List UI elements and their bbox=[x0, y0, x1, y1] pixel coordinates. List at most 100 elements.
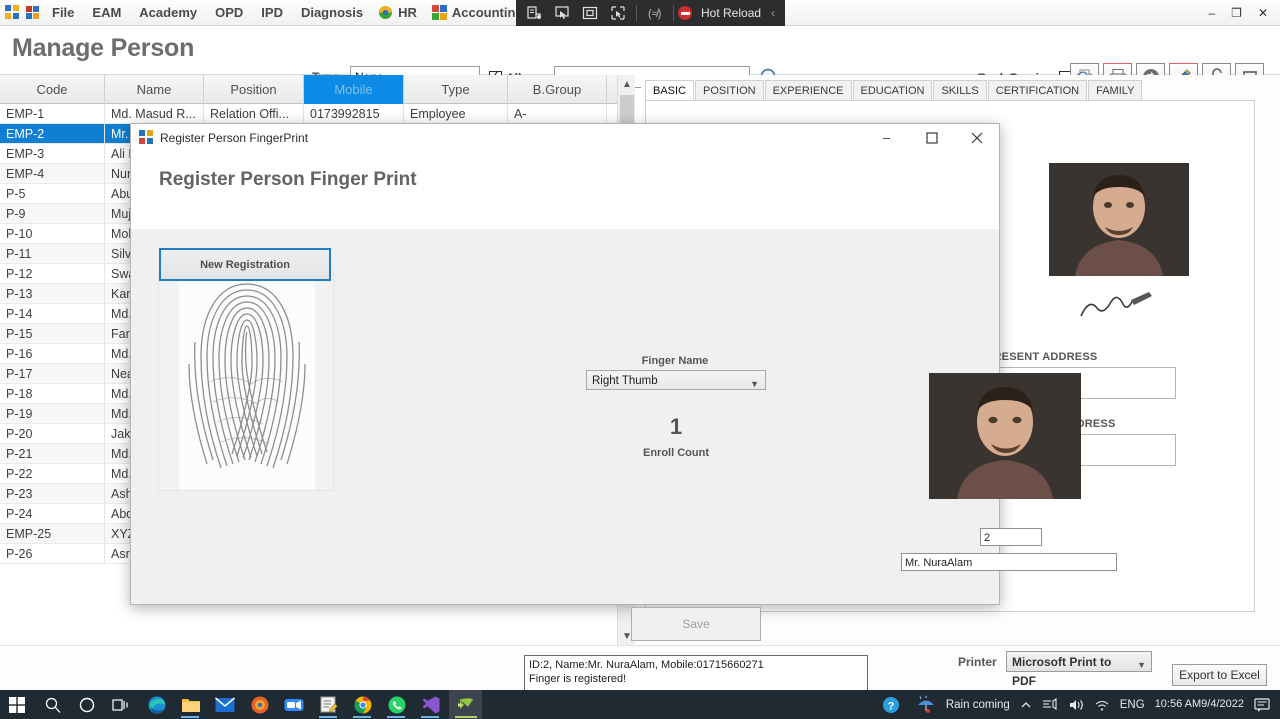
table-cell: P-11 bbox=[0, 244, 105, 263]
visual-studio-logo-icon bbox=[5, 5, 21, 21]
table-cell: P-24 bbox=[0, 504, 105, 523]
help-icon[interactable]: ? bbox=[880, 694, 901, 715]
tab-basic[interactable]: BASIC bbox=[645, 80, 694, 101]
search-icon[interactable] bbox=[42, 694, 63, 715]
table-cell: 0173992815 bbox=[304, 104, 404, 123]
detail-tabstrip[interactable]: BASICPOSITIONEXPERIENCEEDUCATIONSKILLSCE… bbox=[645, 80, 1143, 101]
table-cell: P-19 bbox=[0, 404, 105, 423]
save-button[interactable]: Save bbox=[631, 607, 761, 641]
table-cell: Relation Offi... bbox=[204, 104, 304, 123]
tab-experience[interactable]: EXPERIENCE bbox=[765, 80, 852, 101]
fingerprint-image bbox=[179, 272, 315, 491]
firefox-icon[interactable] bbox=[249, 694, 270, 715]
language-indicator[interactable]: ENG bbox=[1115, 699, 1150, 711]
grid-column-header-code[interactable]: Code bbox=[0, 75, 105, 104]
windows-taskbar: ? Rain coming ENG 10:56 AM 9/4/2022 bbox=[0, 690, 1280, 719]
printer-combobox[interactable]: Microsoft Print to PDF ▼ bbox=[1006, 651, 1152, 672]
menu-item-file[interactable]: File bbox=[43, 0, 83, 26]
volume-icon[interactable] bbox=[1063, 698, 1089, 712]
chrome-icon[interactable] bbox=[352, 694, 373, 715]
table-cell: P-10 bbox=[0, 224, 105, 243]
chevron-left-icon[interactable]: ‹ bbox=[765, 6, 781, 20]
hot-reload-label[interactable]: Hot Reload bbox=[697, 6, 765, 20]
file-explorer-icon[interactable] bbox=[180, 694, 201, 715]
hr-globe-icon bbox=[378, 5, 393, 20]
menu-item-hr[interactable]: HR bbox=[396, 0, 426, 26]
wifi-icon[interactable] bbox=[1089, 698, 1115, 712]
visual-studio-menu-bar: File EAM Academy OPD IPD Diagnosis HR Ac… bbox=[0, 0, 1280, 26]
cortana-icon[interactable] bbox=[76, 694, 97, 715]
table-cell: P-20 bbox=[0, 424, 105, 443]
table-cell: P-12 bbox=[0, 264, 105, 283]
close-button[interactable]: ✕ bbox=[1250, 0, 1276, 26]
page-title: Manage Person bbox=[12, 34, 194, 63]
export-to-excel-button[interactable]: Export to Excel bbox=[1172, 664, 1267, 686]
whatsapp-icon[interactable] bbox=[386, 694, 407, 715]
tab-skills[interactable]: SKILLS bbox=[933, 80, 986, 101]
visual-studio-icon[interactable] bbox=[456, 694, 477, 715]
menu-item-ipd[interactable]: IPD bbox=[252, 0, 292, 26]
table-row[interactable]: EMP-1Md. Masud R...Relation Offi...01739… bbox=[0, 104, 635, 124]
taskbar-open-indicator bbox=[181, 716, 199, 718]
action-center-icon[interactable] bbox=[1249, 697, 1280, 713]
grid-column-header-position[interactable]: Position bbox=[204, 75, 304, 104]
grid-column-header-type[interactable]: Type bbox=[404, 75, 508, 104]
present-address-label: PRESENT ADDRESS bbox=[986, 351, 1097, 363]
new-registration-button[interactable]: New Registration bbox=[159, 248, 331, 281]
menu-item-academy[interactable]: Academy bbox=[130, 0, 206, 26]
pointer-select-icon[interactable] bbox=[549, 2, 575, 24]
taskbar-open-indicator-3 bbox=[353, 716, 371, 718]
menu-item-eam[interactable]: EAM bbox=[83, 0, 130, 26]
live-visual-tree-icon[interactable]: (≉) bbox=[642, 2, 668, 24]
enroll-count-label: Enroll Count bbox=[586, 447, 766, 459]
finger-name-combobox[interactable]: Right Thumb ▼ bbox=[586, 370, 766, 390]
notepad-icon[interactable] bbox=[318, 694, 339, 715]
grid-column-header-mobile[interactable]: Mobile bbox=[304, 75, 404, 104]
edge-icon[interactable] bbox=[146, 694, 167, 715]
person-name-input[interactable]: Mr. NuraAlam bbox=[901, 553, 1117, 571]
chevron-down-icon: ▼ bbox=[1137, 656, 1146, 675]
printer-label: Printer bbox=[958, 655, 997, 669]
table-cell: EMP-3 bbox=[0, 144, 105, 163]
tab-family[interactable]: FAMILY bbox=[1088, 80, 1142, 101]
tab-education[interactable]: EDUCATION bbox=[853, 80, 933, 101]
grid-column-header-name[interactable]: Name bbox=[105, 75, 204, 104]
hot-reload-stop-icon[interactable] bbox=[678, 6, 692, 20]
table-cell: P-13 bbox=[0, 284, 105, 303]
dialog-app-icon bbox=[139, 130, 154, 145]
toolbar-separator bbox=[636, 5, 637, 21]
person-id-input[interactable]: 2 bbox=[980, 528, 1042, 546]
app-window-controls: – ❐ ✕ bbox=[1200, 0, 1276, 26]
minimize-button[interactable]: – bbox=[1200, 0, 1223, 26]
frame-icon[interactable] bbox=[577, 2, 603, 24]
dialog-heading: Register Person Finger Print bbox=[159, 169, 417, 191]
network-icon[interactable] bbox=[1037, 698, 1063, 712]
select-element-icon[interactable] bbox=[605, 2, 631, 24]
restore-button[interactable]: ❐ bbox=[1223, 0, 1250, 26]
table-cell: P-15 bbox=[0, 324, 105, 343]
zoom-icon[interactable] bbox=[283, 694, 304, 715]
table-cell: P-18 bbox=[0, 384, 105, 403]
register-fingerprint-dialog: Register Person FingerPrint – Register P… bbox=[130, 123, 1000, 605]
dialog-maximize-button[interactable] bbox=[909, 124, 954, 151]
chevron-up-icon[interactable] bbox=[1015, 699, 1037, 711]
start-icon[interactable] bbox=[6, 694, 27, 715]
clock[interactable]: 10:56 AM 9/4/2022 bbox=[1150, 699, 1249, 710]
task-view-icon[interactable] bbox=[110, 694, 131, 715]
mail-icon[interactable] bbox=[214, 694, 235, 715]
weather-icon[interactable] bbox=[911, 695, 941, 715]
menu-item-diagnosis[interactable]: Diagnosis bbox=[292, 0, 372, 26]
tab-position[interactable]: POSITION bbox=[695, 80, 764, 101]
tab-certification[interactable]: CERTIFICATION bbox=[988, 80, 1087, 101]
scroll-up-icon[interactable]: ▲ bbox=[618, 75, 636, 93]
person-photo bbox=[1049, 163, 1189, 276]
grid-column-header-bgroup[interactable]: B.Group bbox=[508, 75, 607, 104]
dialog-minimize-button[interactable]: – bbox=[864, 124, 909, 151]
finger-name-value: Right Thumb bbox=[592, 375, 658, 387]
dialog-close-button[interactable] bbox=[954, 124, 999, 151]
grid-header-row: CodeNamePositionMobileTypeB.Group bbox=[0, 75, 635, 104]
weather-text[interactable]: Rain coming bbox=[941, 699, 1015, 711]
menu-item-opd[interactable]: OPD bbox=[206, 0, 252, 26]
vscode-icon[interactable] bbox=[420, 694, 441, 715]
step-into-icon[interactable] bbox=[521, 2, 547, 24]
